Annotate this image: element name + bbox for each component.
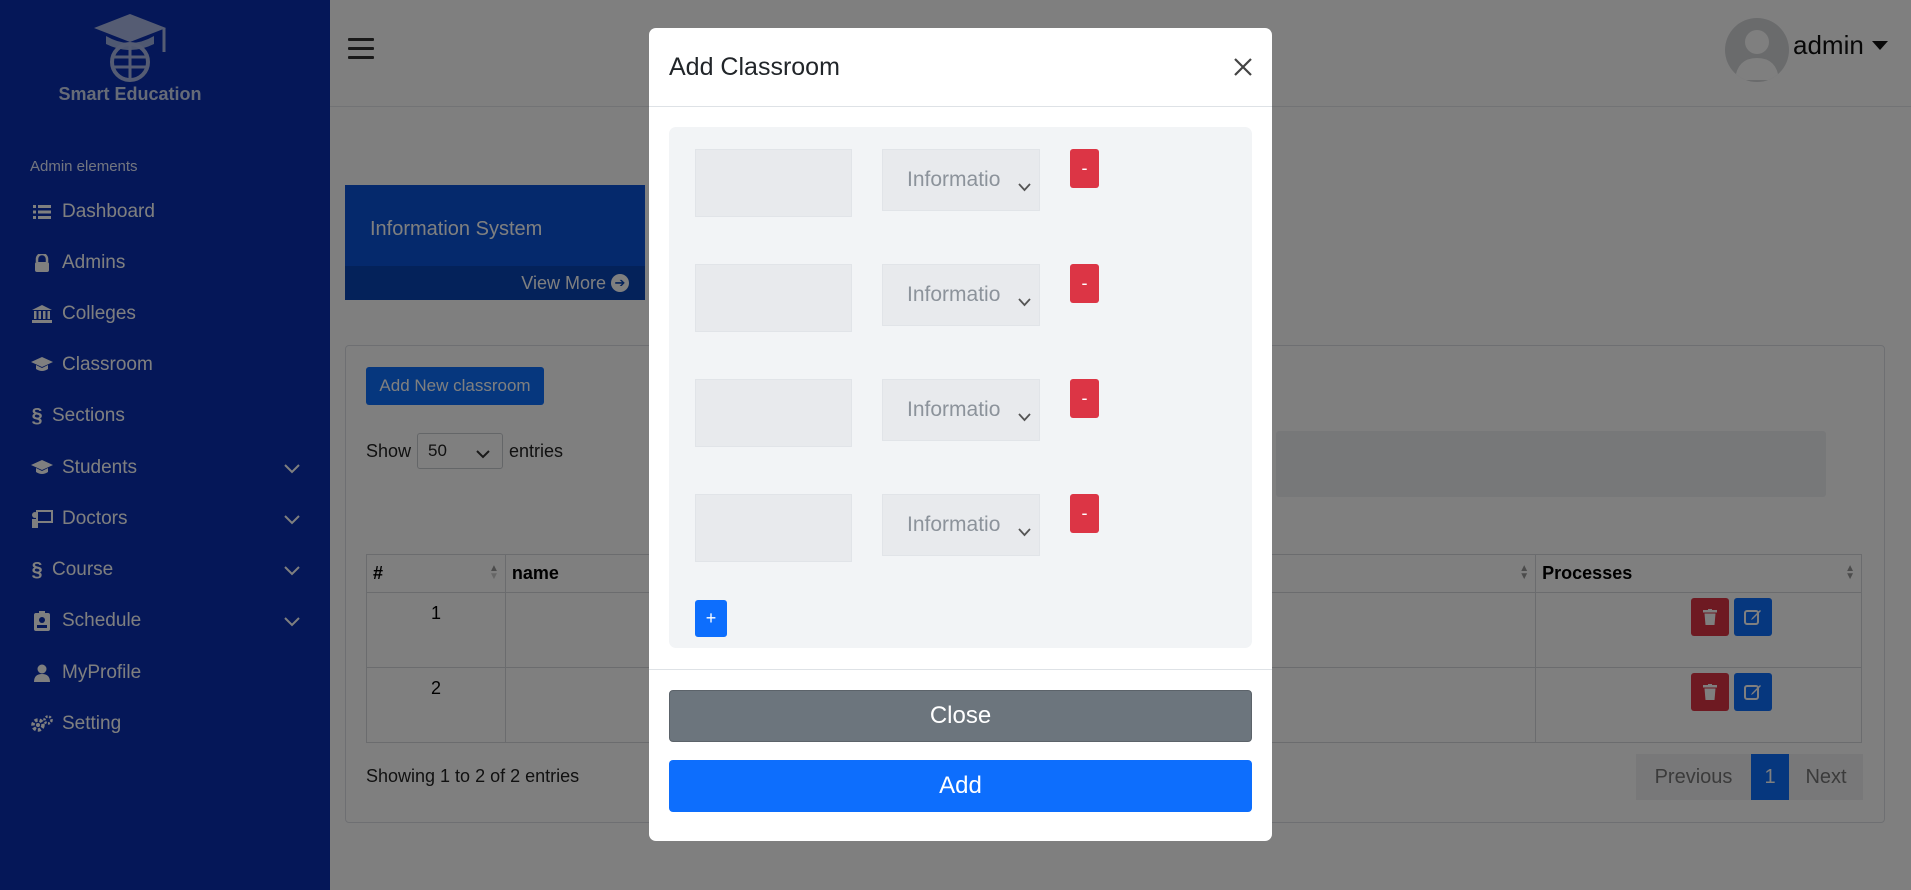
classroom-row: Information System - [695, 494, 1195, 562]
remove-row-button[interactable]: - [1070, 494, 1099, 533]
add-button[interactable]: Add [669, 760, 1252, 812]
system-select[interactable]: Information System [882, 264, 1040, 326]
system-select-value: Information System [907, 398, 1001, 421]
chevron-down-icon [1018, 519, 1031, 543]
system-select-value: Information System [907, 168, 1001, 191]
system-select[interactable]: Information System [882, 379, 1040, 441]
add-row-button[interactable]: + [695, 600, 727, 637]
modal-body: Information System - Information System … [669, 127, 1252, 648]
app-root: Smart Education Admin elements Dashboard… [0, 0, 1911, 890]
modal-footer: Close Add [649, 669, 1272, 841]
remove-row-button[interactable]: - [1070, 264, 1099, 303]
chevron-down-icon [1018, 174, 1031, 198]
classroom-name-input[interactable] [695, 149, 852, 217]
classroom-name-input[interactable] [695, 264, 852, 332]
system-select-value: Information System [907, 513, 1001, 536]
close-button[interactable]: Close [669, 690, 1252, 742]
system-select[interactable]: Information System [882, 149, 1040, 211]
remove-row-button[interactable]: - [1070, 379, 1099, 418]
chevron-down-icon [1018, 289, 1031, 313]
modal-header: Add Classroom [649, 28, 1272, 107]
classroom-row: Information System - [695, 149, 1195, 217]
system-select-value: Information System [907, 283, 1001, 306]
classroom-row: Information System - [695, 379, 1195, 447]
modal-title: Add Classroom [669, 53, 840, 81]
close-icon[interactable] [1228, 52, 1258, 82]
system-select[interactable]: Information System [882, 494, 1040, 556]
chevron-down-icon [1018, 404, 1031, 428]
classroom-name-input[interactable] [695, 379, 852, 447]
classroom-row: Information System - [695, 264, 1195, 332]
classroom-name-input[interactable] [695, 494, 852, 562]
add-classroom-modal: Add Classroom Information System - Infor… [649, 28, 1272, 841]
remove-row-button[interactable]: - [1070, 149, 1099, 188]
